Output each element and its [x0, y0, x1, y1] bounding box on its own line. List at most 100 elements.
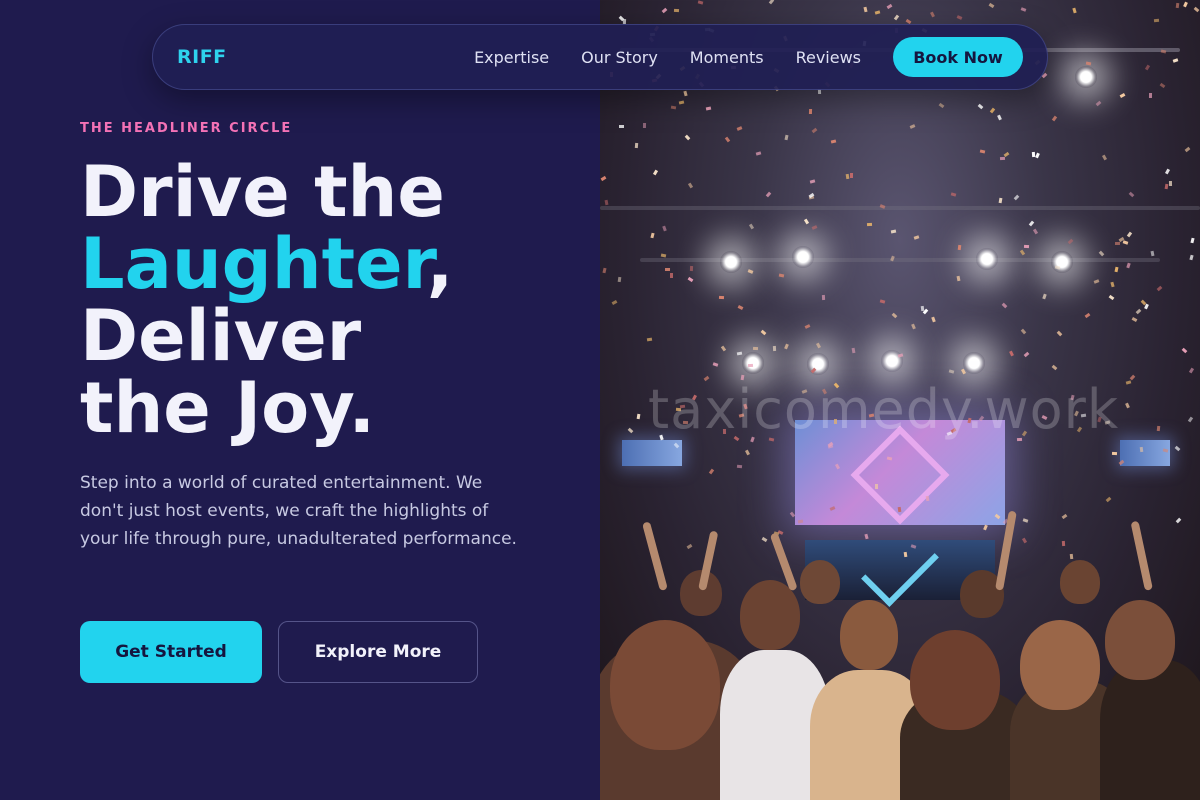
hero-description: Step into a world of curated entertainme… — [80, 473, 517, 549]
confetti-piece — [664, 267, 670, 271]
image-watermark: taxicomedy.work — [648, 378, 1120, 441]
confetti-piece — [938, 102, 944, 108]
stage-light — [742, 352, 764, 374]
confetti-piece — [765, 191, 772, 198]
side-screen — [1120, 440, 1170, 466]
confetti-piece — [1169, 180, 1173, 186]
confetti-piece — [880, 299, 886, 304]
confetti-piece — [617, 277, 622, 283]
confetti-piece — [1119, 92, 1126, 98]
confetti-piece — [661, 7, 668, 14]
confetti-piece — [1020, 6, 1027, 12]
confetti-piece — [1042, 293, 1047, 300]
confetti-piece — [886, 4, 893, 10]
confetti-piece — [1067, 238, 1074, 245]
confetti-piece — [909, 124, 916, 130]
confetti-piece — [1085, 61, 1092, 66]
headline-line-1: Drive the — [80, 151, 445, 233]
confetti-piece — [1172, 57, 1179, 63]
confetti-piece — [811, 225, 818, 230]
confetti-piece — [1022, 517, 1028, 523]
hero-eyebrow: THE HEADLINER CIRCLE — [80, 121, 293, 136]
confetti-piece — [997, 114, 1003, 121]
confetti-piece — [1184, 146, 1191, 153]
confetti-piece — [737, 305, 744, 311]
confetti-piece — [867, 222, 873, 227]
confetti-piece — [669, 273, 673, 279]
explore-more-button[interactable]: Explore More — [278, 621, 478, 683]
confetti-piece — [1072, 7, 1077, 14]
confetti-piece — [736, 125, 743, 131]
confetti-piece — [998, 197, 1003, 204]
confetti-piece — [1093, 279, 1100, 285]
confetti-piece — [1189, 367, 1195, 374]
confetti-piece — [1105, 496, 1112, 503]
confetti-piece — [1144, 303, 1150, 310]
confetti-piece — [931, 316, 936, 322]
confetti-piece — [1020, 328, 1027, 335]
confetti-piece — [755, 151, 761, 156]
confetti-piece — [1131, 317, 1138, 323]
confetti-piece — [957, 14, 963, 20]
confetti-piece — [749, 223, 755, 230]
confetti-piece — [636, 414, 641, 420]
brand-logo[interactable]: RIFF — [177, 46, 227, 68]
confetti-piece — [1021, 537, 1027, 543]
confetti-piece — [1135, 309, 1142, 315]
confetti-piece — [612, 299, 618, 305]
confetti-piece — [778, 273, 785, 278]
confetti-piece — [745, 449, 751, 456]
confetti-piece — [913, 235, 920, 240]
get-started-button[interactable]: Get Started — [80, 621, 262, 683]
nav-link-our-story[interactable]: Our Story — [581, 48, 658, 67]
confetti-piece — [923, 308, 929, 315]
hero-headline: Drive the Laughter, Deliver the Joy. — [80, 156, 580, 444]
stage-light — [792, 246, 814, 268]
confetti-piece — [687, 182, 693, 189]
confetti-piece — [1002, 303, 1008, 309]
confetti-piece — [957, 244, 962, 251]
confetti-piece — [602, 267, 607, 273]
confetti-piece — [1069, 553, 1073, 560]
book-now-button[interactable]: Book Now — [893, 37, 1023, 77]
confetti-piece — [697, 0, 704, 5]
confetti-piece — [1111, 451, 1117, 455]
confetti-piece — [761, 536, 768, 542]
confetti-piece — [1126, 231, 1133, 238]
confetti-piece — [911, 323, 916, 330]
confetti-piece — [815, 342, 821, 349]
hero-image: taxicomedy.work — [600, 0, 1200, 800]
confetti-piece — [618, 124, 624, 128]
confetti-piece — [721, 345, 727, 352]
stage-truss — [640, 258, 1160, 262]
confetti-piece — [1061, 513, 1068, 520]
confetti-piece — [850, 173, 854, 179]
confetti-piece — [1175, 517, 1182, 524]
nav-link-reviews[interactable]: Reviews — [796, 48, 861, 67]
confetti-piece — [646, 337, 652, 342]
confetti-piece — [982, 524, 988, 531]
confetti-piece — [650, 233, 655, 239]
confetti-piece — [890, 229, 897, 234]
confetti-piece — [661, 253, 667, 258]
confetti-piece — [980, 149, 986, 154]
nav-link-moments[interactable]: Moments — [690, 48, 764, 67]
nav-link-expertise[interactable]: Expertise — [474, 48, 549, 67]
confetti-piece — [1164, 168, 1170, 175]
confetti-piece — [830, 139, 837, 144]
confetti-piece — [784, 343, 790, 350]
stage-light — [963, 352, 985, 374]
confetti-piece — [673, 8, 680, 12]
confetti-piece — [689, 265, 693, 271]
confetti-piece — [1114, 242, 1121, 246]
headline-comma: , — [426, 223, 454, 305]
headline-line-4: the Joy. — [80, 367, 376, 449]
confetti-piece — [600, 175, 607, 181]
confetti-piece — [1128, 191, 1134, 198]
confetti-piece — [724, 136, 730, 143]
confetti-piece — [1028, 220, 1035, 227]
confetti-piece — [925, 495, 930, 502]
confetti-piece — [1032, 152, 1036, 158]
confetti-piece — [1056, 330, 1062, 337]
confetti-piece — [1052, 115, 1058, 122]
